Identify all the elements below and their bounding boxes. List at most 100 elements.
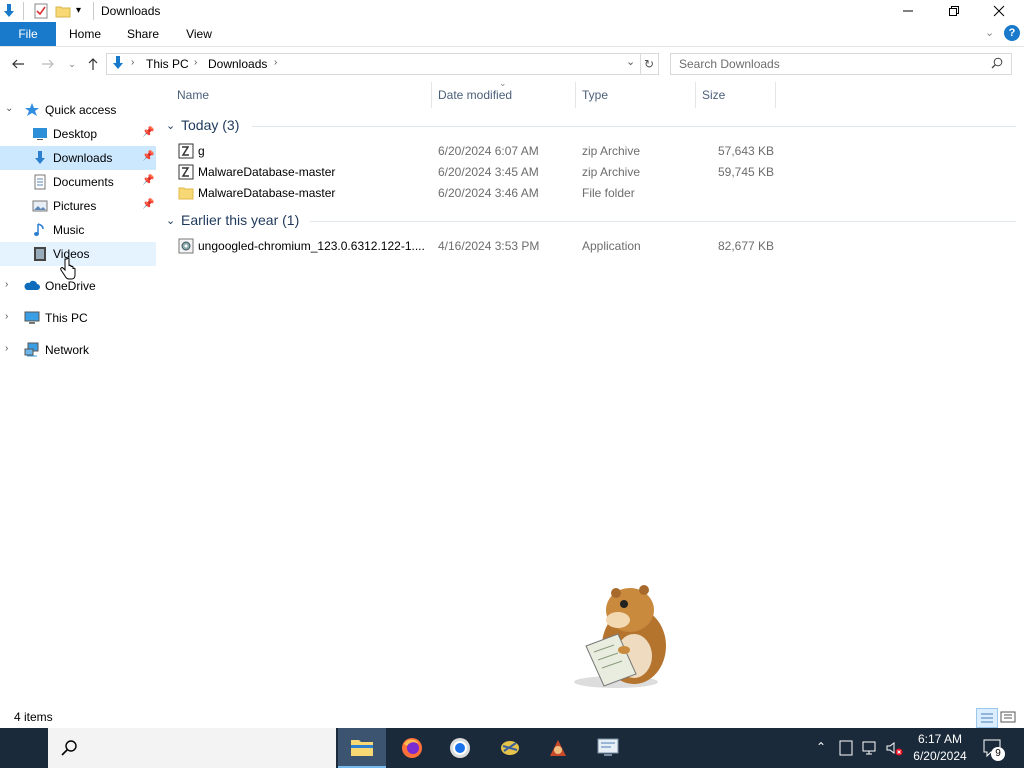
nav-label: Downloads: [53, 151, 113, 165]
up-button[interactable]: [84, 55, 102, 73]
group-divider: [252, 126, 1016, 127]
address-dropdown-icon[interactable]: ⌄: [626, 55, 635, 68]
hand-cursor-icon: [60, 257, 76, 283]
column-header-name[interactable]: Name: [171, 82, 432, 108]
nav-item-music[interactable]: Music: [0, 218, 156, 242]
file-explorer-taskbar-button[interactable]: [338, 728, 386, 768]
group-header-earlier-this-year[interactable]: Earlier this year (1): [181, 212, 299, 228]
status-bar: 4 items: [0, 706, 1024, 728]
tablet-icon[interactable]: [839, 740, 853, 759]
pin-icon[interactable]: 📌: [142, 151, 154, 162]
videos-icon: [32, 246, 48, 262]
group-header-today[interactable]: Today (3): [181, 117, 239, 133]
nav-item-downloads[interactable]: Downloads 📌: [0, 146, 156, 170]
nav-label: Music: [53, 223, 85, 237]
nav-quick-access[interactable]: ⌄ Quick access: [0, 98, 156, 122]
app-taskbar-button[interactable]: [584, 728, 632, 768]
expand-ribbon-icon[interactable]: ⌄: [985, 26, 994, 39]
chevron-right-icon[interactable]: ›: [274, 57, 277, 68]
file-type: Application: [582, 239, 641, 253]
documents-icon: [32, 174, 48, 190]
tab-home[interactable]: Home: [62, 22, 108, 46]
title-bar: ▾ Downloads: [0, 0, 1024, 22]
back-button[interactable]: [9, 55, 27, 73]
details-view-icon[interactable]: [976, 708, 998, 728]
tab-view[interactable]: View: [176, 22, 222, 46]
notification-badge: 9: [991, 747, 1005, 761]
file-row[interactable]: g 6/20/2024 6:07 AM zip Archive 57,643 K…: [172, 141, 775, 162]
chevron-up-icon[interactable]: ⌃: [816, 740, 826, 754]
column-header-size[interactable]: Size: [696, 82, 776, 108]
chevron-down-icon[interactable]: ⌄: [5, 103, 13, 114]
nav-label: Pictures: [53, 199, 97, 213]
chevron-right-icon[interactable]: ›: [5, 279, 8, 290]
app-taskbar-button[interactable]: [486, 728, 534, 768]
file-row[interactable]: MalwareDatabase-master 6/20/2024 3:46 AM…: [172, 183, 772, 204]
minimize-button[interactable]: [885, 0, 931, 22]
column-header-type[interactable]: Type: [576, 82, 696, 108]
pin-icon[interactable]: 📌: [142, 127, 154, 138]
address-bar[interactable]: › This PC › Downloads › ⌄: [106, 53, 641, 75]
app-taskbar-button[interactable]: [534, 728, 582, 768]
large-icons-view-icon[interactable]: [999, 709, 1017, 725]
new-folder-icon[interactable]: [55, 3, 71, 19]
breadcrumb-this-pc[interactable]: This PC: [146, 57, 189, 71]
download-arrow-icon[interactable]: [1, 3, 17, 19]
network-status-icon[interactable]: [862, 740, 880, 759]
tab-share[interactable]: Share: [120, 22, 166, 46]
pin-icon[interactable]: 📌: [142, 175, 154, 186]
clock-time[interactable]: 6:17 AM: [912, 732, 968, 746]
volume-muted-icon[interactable]: [885, 739, 903, 760]
file-size: 57,643 KB: [718, 144, 775, 158]
window-title: Downloads: [101, 4, 161, 18]
refresh-button[interactable]: ↻: [640, 53, 659, 75]
pictures-icon: [32, 198, 48, 214]
customize-toolbar-icon[interactable]: ▾: [76, 5, 92, 21]
restore-button[interactable]: [931, 0, 977, 22]
nav-label: Quick access: [45, 103, 117, 117]
file-date: 4/16/2024 3:53 PM: [438, 239, 540, 253]
file-size: 82,677 KB: [718, 239, 775, 253]
help-icon[interactable]: ?: [1004, 25, 1020, 41]
nav-item-documents[interactable]: Documents 📌: [0, 170, 156, 194]
tab-file[interactable]: File: [0, 22, 56, 46]
download-icon: [32, 150, 48, 166]
file-date: 6/20/2024 3:45 AM: [438, 165, 539, 179]
nav-item-this-pc[interactable]: › This PC: [0, 306, 156, 330]
close-button[interactable]: [976, 0, 1022, 22]
file-type: File folder: [582, 186, 635, 200]
recent-locations-icon[interactable]: ⌄: [63, 55, 81, 73]
start-button[interactable]: [0, 728, 48, 768]
nav-item-pictures[interactable]: Pictures 📌: [0, 194, 156, 218]
pin-icon[interactable]: 📌: [142, 199, 154, 210]
clock-date[interactable]: 6/20/2024: [906, 749, 974, 763]
file-name: ungoogled-chromium_123.0.6312.122-1....: [198, 239, 425, 253]
file-row[interactable]: ungoogled-chromium_123.0.6312.122-1.... …: [172, 236, 775, 257]
taskbar-search-box[interactable]: [48, 728, 336, 768]
chevron-down-icon[interactable]: ⌄: [166, 214, 175, 227]
properties-icon[interactable]: [33, 3, 49, 19]
desktop-icon: [32, 126, 48, 142]
file-row[interactable]: MalwareDatabase-master 6/20/2024 3:45 AM…: [172, 162, 774, 183]
chevron-right-icon[interactable]: ›: [5, 343, 8, 354]
nav-item-videos[interactable]: Videos: [0, 242, 156, 266]
chevron-down-icon[interactable]: ⌄: [166, 119, 175, 132]
chevron-right-icon[interactable]: ›: [5, 311, 8, 322]
file-type: zip Archive: [582, 165, 641, 179]
forward-button[interactable]: [39, 55, 57, 73]
nav-item-network[interactable]: › Network: [0, 338, 156, 362]
file-name: MalwareDatabase-master: [198, 186, 336, 200]
firefox-taskbar-button[interactable]: [388, 728, 436, 768]
network-icon: [24, 342, 40, 358]
nav-label: Network: [45, 343, 90, 357]
chevron-right-icon[interactable]: ›: [194, 57, 197, 68]
onedrive-icon: [24, 278, 40, 294]
search-input[interactable]: Search Downloads: [670, 53, 1012, 75]
nav-item-desktop[interactable]: Desktop 📌: [0, 122, 156, 146]
file-name: g: [198, 144, 205, 158]
ribbon-tabs: File Home Share View ⌄ ?: [0, 22, 1024, 47]
search-placeholder: Search Downloads: [679, 57, 780, 71]
breadcrumb-downloads[interactable]: Downloads: [208, 57, 267, 71]
chrome-taskbar-button[interactable]: [436, 728, 484, 768]
nav-item-onedrive[interactable]: › OneDrive: [0, 274, 156, 298]
